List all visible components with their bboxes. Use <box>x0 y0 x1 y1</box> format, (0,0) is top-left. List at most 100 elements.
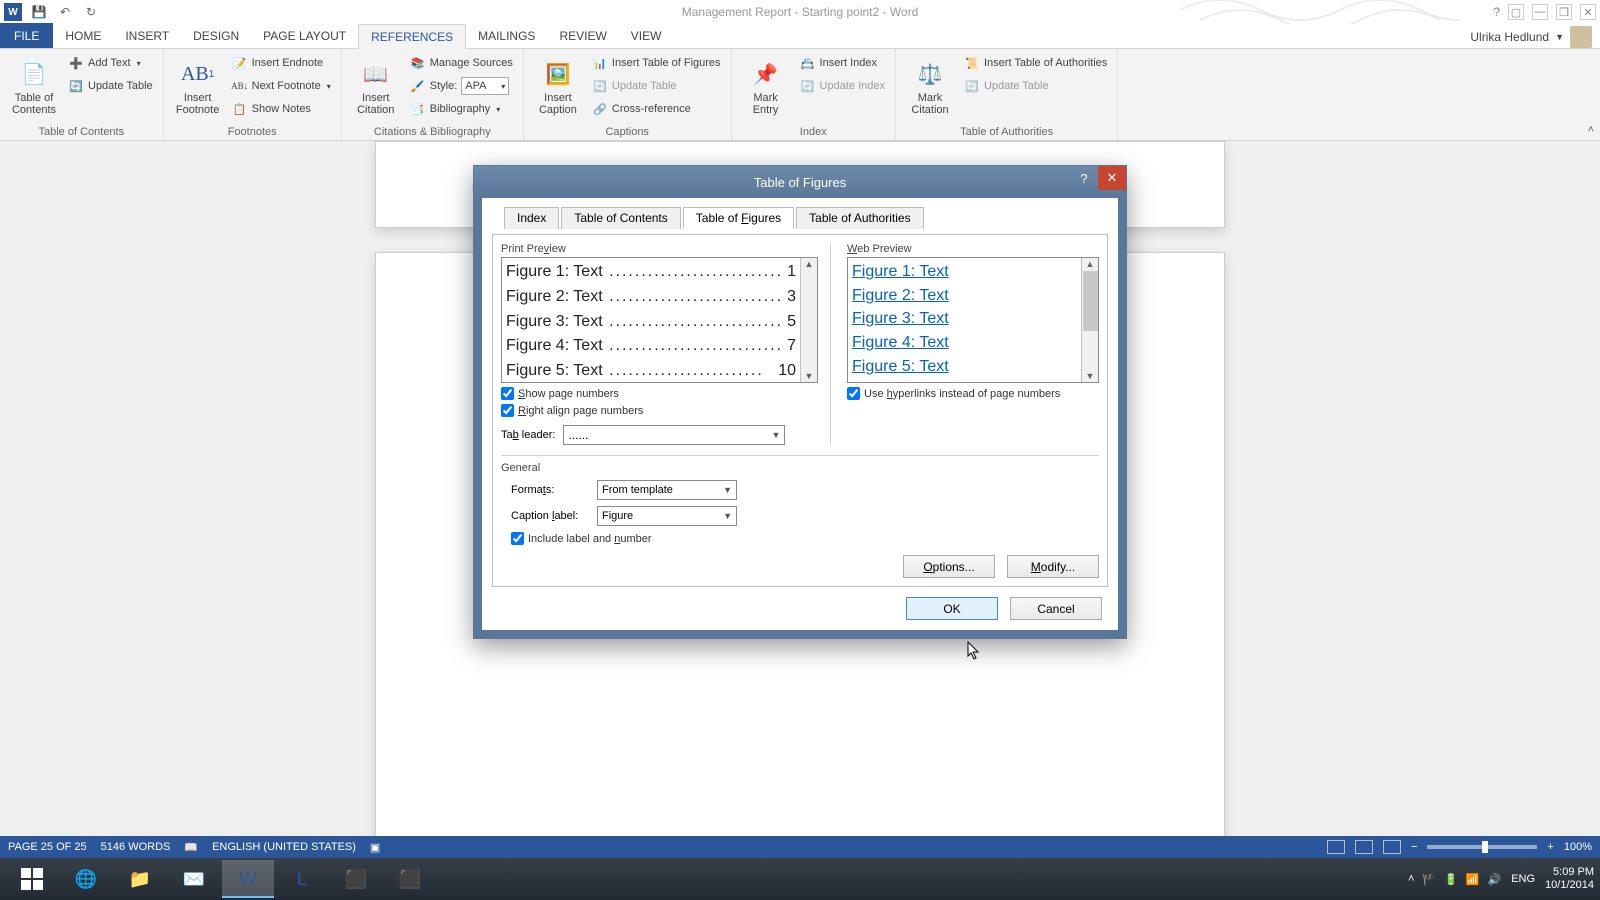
table-of-contents-button[interactable]: 📄 Table of Contents <box>8 53 60 121</box>
preview-scrollbar[interactable]: ▲▼ <box>800 258 817 382</box>
web-layout-icon[interactable] <box>1383 840 1401 854</box>
scroll-down-icon[interactable]: ▼ <box>1085 370 1096 382</box>
tab-review[interactable]: REVIEW <box>547 23 618 48</box>
zoom-slider[interactable] <box>1427 845 1537 849</box>
tray-flag-icon[interactable]: 🏴 <box>1422 873 1436 886</box>
language-indicator[interactable]: ENGLISH (UNITED STATES) <box>212 841 356 853</box>
start-button[interactable] <box>6 860 58 898</box>
tab-view[interactable]: VIEW <box>619 23 674 48</box>
scroll-up-icon[interactable]: ▲ <box>1085 258 1096 270</box>
print-layout-icon[interactable] <box>1355 840 1373 854</box>
help-icon[interactable]: ? <box>1493 5 1500 19</box>
scroll-down-icon[interactable]: ▼ <box>804 370 815 382</box>
taskbar-lync-icon[interactable]: L <box>276 860 328 898</box>
tab-insert[interactable]: INSERT <box>113 23 181 48</box>
update-index-button[interactable]: 🔄Update Index <box>798 76 887 96</box>
dialog-tab-toc[interactable]: Table of Contents <box>561 207 680 229</box>
tray-volume-icon[interactable]: 🔊 <box>1488 873 1502 886</box>
insert-citation-button[interactable]: 📖 Insert Citation <box>350 53 402 121</box>
checkbox[interactable] <box>847 387 860 400</box>
dialog-titlebar[interactable]: Table of Figures ? ✕ <box>474 166 1126 198</box>
dialog-help-icon[interactable]: ? <box>1070 166 1098 190</box>
modify-button[interactable]: Modify... <box>1007 555 1099 578</box>
insert-caption-button[interactable]: 🖼️ Insert Caption <box>532 53 584 121</box>
formats-dropdown[interactable]: From template▼ <box>597 480 737 500</box>
scroll-thumb[interactable] <box>1083 271 1098 331</box>
tab-home[interactable]: HOME <box>53 23 113 48</box>
insert-endnote-button[interactable]: 📝Insert Endnote <box>230 53 333 73</box>
tab-leader-dropdown[interactable]: ......▼ <box>563 425 785 445</box>
zoom-in-icon[interactable]: + <box>1547 841 1553 853</box>
checkbox[interactable] <box>511 532 524 545</box>
show-page-numbers-checkbox[interactable]: Show page numbers <box>501 387 818 400</box>
pv-item: Figure 2: Text <box>506 285 603 310</box>
show-notes-button[interactable]: 📋Show Notes <box>230 99 333 119</box>
collapse-ribbon-icon[interactable]: ˄ <box>1588 124 1594 136</box>
dialog-close-icon[interactable]: ✕ <box>1098 166 1126 190</box>
caption-label-dropdown[interactable]: Figure▼ <box>597 506 737 526</box>
next-footnote-label: Next Footnote <box>252 80 321 92</box>
zoom-out-icon[interactable]: − <box>1411 841 1417 853</box>
tab-design[interactable]: DESIGN <box>181 23 251 48</box>
save-icon[interactable]: 💾 <box>30 3 48 21</box>
redo-icon[interactable]: ↻ <box>82 3 100 21</box>
dialog-tab-tof[interactable]: Table of Figures <box>683 207 794 229</box>
taskbar-app-icon[interactable]: ⬛ <box>384 860 436 898</box>
word-count[interactable]: 5146 WORDS <box>101 841 171 853</box>
citation-style-dropdown[interactable]: 🖌️ Style: APA▾ <box>408 76 515 96</box>
tab-page-layout[interactable]: PAGE LAYOUT <box>251 23 358 48</box>
right-align-checkbox[interactable]: Right align page numbers <box>501 404 818 417</box>
cancel-button[interactable]: Cancel <box>1010 597 1102 620</box>
taskbar-ie-icon[interactable]: 🌐 <box>60 860 112 898</box>
taskbar-clock[interactable]: 5:09 PM 10/1/2014 <box>1545 866 1594 892</box>
tab-file[interactable]: FILE <box>0 23 53 48</box>
manage-sources-button[interactable]: 📚Manage Sources <box>408 53 515 73</box>
group-label: Index <box>740 124 887 138</box>
ok-button[interactable]: OK <box>906 597 998 620</box>
dialog-tab-index[interactable]: Index <box>504 207 559 229</box>
dialog-tab-toa[interactable]: Table of Authorities <box>796 207 923 229</box>
checkbox[interactable] <box>501 404 514 417</box>
next-footnote-button[interactable]: AB↓Next Footnote▾ <box>230 76 333 96</box>
mark-entry-button[interactable]: 📌 Mark Entry <box>740 53 792 121</box>
taskbar-word-icon[interactable]: W <box>222 860 274 898</box>
cross-reference-button[interactable]: 🔗Cross-reference <box>590 99 723 119</box>
proofing-icon[interactable]: 📖 <box>184 841 198 854</box>
tab-references[interactable]: REFERENCES <box>358 24 466 49</box>
undo-icon[interactable]: ↶ <box>56 3 74 21</box>
insert-footnote-button[interactable]: AB1 Insert Footnote <box>172 53 224 121</box>
insert-table-of-figures-button[interactable]: 📊Insert Table of Figures <box>590 53 723 73</box>
update-tof-button[interactable]: 🔄Update Table <box>590 76 723 96</box>
keyboard-language[interactable]: ENG <box>1511 873 1535 885</box>
page-indicator[interactable]: PAGE 25 OF 25 <box>8 841 87 853</box>
add-text-button[interactable]: ➕Add Text▾ <box>66 53 155 73</box>
include-label-checkbox[interactable]: Include label and number <box>511 532 1099 545</box>
tab-mailings[interactable]: MAILINGS <box>466 23 547 48</box>
taskbar-explorer-icon[interactable]: 📁 <box>114 860 166 898</box>
scroll-up-icon[interactable]: ▲ <box>804 258 815 270</box>
tray-network-icon[interactable]: 📶 <box>1466 873 1480 886</box>
taskbar-app-icon[interactable]: ⬛ <box>330 860 382 898</box>
read-mode-icon[interactable] <box>1327 840 1345 854</box>
mark-citation-button[interactable]: ⚖️ Mark Citation <box>904 53 956 121</box>
insert-toa-button[interactable]: 📜Insert Table of Authorities <box>962 53 1109 73</box>
taskbar-outlook-icon[interactable]: ✉️ <box>168 860 220 898</box>
tray-up-icon[interactable]: ˄ <box>1408 873 1414 885</box>
minimize-icon[interactable]: — <box>1532 4 1548 20</box>
options-button[interactable]: Options... <box>903 555 995 578</box>
update-toc-button[interactable]: 🔄Update Table <box>66 76 155 96</box>
maximize-icon[interactable]: ❐ <box>1556 4 1572 20</box>
tray-battery-icon[interactable]: 🔋 <box>1444 873 1458 886</box>
zoom-level[interactable]: 100% <box>1564 841 1592 853</box>
system-tray[interactable]: ˄ 🏴 🔋 📶 🔊 <box>1408 873 1501 886</box>
checkbox[interactable] <box>501 387 514 400</box>
ribbon-display-icon[interactable]: ▢ <box>1508 4 1524 20</box>
macro-icon[interactable]: ▣ <box>370 841 380 854</box>
update-toa-button[interactable]: 🔄Update Table <box>962 76 1109 96</box>
insert-index-button[interactable]: 📇Insert Index <box>798 53 887 73</box>
close-window-icon[interactable]: ✕ <box>1580 4 1596 20</box>
bibliography-button[interactable]: 📑Bibliography▾ <box>408 99 515 119</box>
user-area[interactable]: Ulrika Hedlund ▼ <box>1470 26 1592 48</box>
use-hyperlinks-checkbox[interactable]: Use hyperlinks instead of page numbers <box>847 387 1099 400</box>
preview-scrollbar[interactable]: ▲▼ <box>1081 258 1098 382</box>
